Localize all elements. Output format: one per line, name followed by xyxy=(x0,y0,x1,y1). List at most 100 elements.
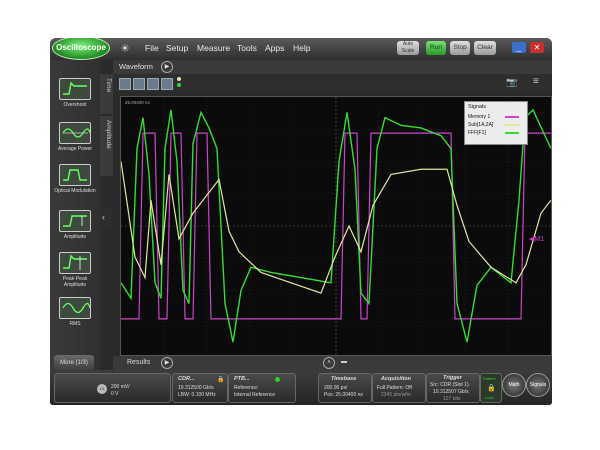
lock-label: Lock xyxy=(485,395,494,400)
minimize-button[interactable]: _ xyxy=(512,42,526,53)
rms-tool[interactable]: RMS xyxy=(53,297,97,327)
peak-peak-amplitude-tool[interactable]: Peak-Peak Amplitude xyxy=(53,252,97,288)
optical-modulation-icon xyxy=(59,164,91,186)
ptb-box[interactable]: PTB... Reference: Internal Reference xyxy=(228,373,296,403)
cdr-box[interactable]: CDR... 🔒 10.312500 Gb/s LBW: 0.100 MHz xyxy=(172,373,228,403)
rms-label: RMS xyxy=(69,321,81,327)
waveform-display[interactable]: 25.00400 ns Signals Memory 1 Sub[1A,2A] … xyxy=(120,96,552,356)
trigger-source: Src: CDR (Slot 1) xyxy=(430,382,469,388)
waveform-header: Waveform ▶ xyxy=(113,60,552,74)
trigger-rate: 10.312507 Gb/s xyxy=(433,389,469,395)
legend-row-memory1: Memory 1 xyxy=(468,114,491,120)
timebase-position: Pos: 25.00400 ns xyxy=(324,392,363,398)
signals-button[interactable]: Signals xyxy=(526,373,550,397)
auto-scale-button[interactable]: Auto Scale xyxy=(397,41,419,55)
menu-apps[interactable]: Apps xyxy=(265,43,284,53)
pattern-lock-box[interactable]: Pattern 🔒 Lock xyxy=(480,373,502,403)
channel-scale: 200 mV/ xyxy=(111,384,130,390)
brightness-icon[interactable]: ☀ xyxy=(120,42,130,55)
color-grade-icon[interactable] xyxy=(177,77,181,89)
amplitude-icon xyxy=(59,210,91,232)
play-icon[interactable]: ▶ xyxy=(161,61,173,73)
legend-swatch-sub xyxy=(505,124,519,126)
acquisition-title: Acquisition xyxy=(381,376,411,382)
menu-file[interactable]: File xyxy=(145,43,159,53)
menu-tools[interactable]: Tools xyxy=(237,43,257,53)
optical-modulation-tool[interactable]: Optical Modulation xyxy=(53,164,97,194)
measurement-panel: Overshoot Average Power Optical Modulati… xyxy=(50,60,100,405)
drag-handle-icon[interactable] xyxy=(341,361,347,363)
lock-icon: 🔒 xyxy=(217,377,225,383)
timebase-scale: 200.00 ps/ xyxy=(324,385,348,391)
peak-peak-amplitude-icon xyxy=(59,252,91,274)
acquisition-box[interactable]: Acquisition Full Pattern: Off 2345 pts/w… xyxy=(372,373,426,403)
legend-swatch-fff xyxy=(505,132,519,134)
cdr-lbw: LBW: 0.100 MHz xyxy=(178,392,216,398)
trigger-box[interactable]: Trigger Src: CDR (Slot 1) 10.312507 Gb/s… xyxy=(426,373,480,403)
tab-time-label: Time xyxy=(105,78,112,93)
menu-bar: Oscilloscope ☀ File Setup Measure Tools … xyxy=(50,38,552,60)
trigger-title: Trigger xyxy=(443,375,462,381)
legend-title: Signals xyxy=(468,104,487,110)
overshoot-icon xyxy=(59,78,91,100)
overshoot-tool[interactable]: Overshoot xyxy=(53,78,97,108)
menu-measure[interactable]: Measure xyxy=(197,43,230,53)
tab-amplitude-label: Amplitude xyxy=(105,120,112,149)
stop-button[interactable]: Stop xyxy=(450,41,470,55)
menu-setup[interactable]: Setup xyxy=(166,43,188,53)
signals-legend[interactable]: Signals Memory 1 Sub[1A,2A] FFF[F1] xyxy=(464,101,528,145)
optical-modulation-label: Optical Modulation xyxy=(54,188,96,194)
math-button[interactable]: Math xyxy=(502,373,526,397)
waveform-title: Waveform xyxy=(119,62,153,71)
peak-peak-amplitude-label: Peak-Peak Amplitude xyxy=(62,276,88,288)
cdr-rate: 10.312500 Gb/s xyxy=(178,385,214,391)
ptb-status-dot xyxy=(275,377,280,382)
tab-time[interactable]: Time xyxy=(100,74,113,114)
status-bar: 1A 200 mV/ 0 V CDR... 🔒 10.312500 Gb/s L… xyxy=(50,370,552,405)
oscilloscope-logo[interactable]: Oscilloscope xyxy=(52,38,110,60)
overshoot-label: Overshoot xyxy=(63,102,87,108)
timestamp-label: 25.00400 ns xyxy=(125,100,150,105)
waveform-toolbar: 📷 ≡ xyxy=(113,74,552,92)
zoom-tool-icon[interactable] xyxy=(133,78,145,90)
acquisition-pattern: Full Pattern: Off xyxy=(377,385,412,391)
camera-icon[interactable]: 📷 xyxy=(506,77,517,88)
results-bar: Results ▶ ˄ xyxy=(113,356,552,370)
marker-tool-icon[interactable] xyxy=(147,78,159,90)
trigger-bits: 127 bits xyxy=(443,396,461,402)
legend-swatch-memory1 xyxy=(505,116,519,118)
collapse-panel-button[interactable]: ‹ xyxy=(100,208,113,230)
channel-box[interactable]: 1A 200 mV/ 0 V xyxy=(54,373,171,403)
channel-icon: 1A xyxy=(97,384,107,394)
pan-tool-icon[interactable] xyxy=(161,78,173,90)
average-power-tool[interactable]: Average Power xyxy=(53,122,97,152)
tab-amplitude[interactable]: Amplitude xyxy=(100,116,113,176)
average-power-label: Average Power xyxy=(57,146,93,152)
results-label: Results xyxy=(127,359,151,366)
chevron-up-icon[interactable]: ˄ xyxy=(323,357,335,369)
amplitude-label: Amplitude xyxy=(63,234,87,240)
marker-m1-label: M1 xyxy=(534,236,545,243)
chevron-left-icon: ‹ xyxy=(102,212,105,222)
hamburger-menu-icon[interactable]: ≡ xyxy=(533,76,539,87)
pattern-label: Pattern xyxy=(483,376,496,381)
legend-row-fff: FFF[F1] xyxy=(468,130,486,136)
select-tool-icon[interactable] xyxy=(119,78,131,90)
close-button[interactable]: ✕ xyxy=(530,42,544,53)
rms-icon xyxy=(59,297,91,319)
more-button[interactable]: More (1/3) xyxy=(54,355,94,371)
amplitude-tool[interactable]: Amplitude xyxy=(53,210,97,240)
ptb-reference-value: Internal Reference xyxy=(234,392,276,398)
timebase-box[interactable]: Timebase 200.00 ps/ Pos: 25.00400 ns xyxy=(318,373,372,403)
channel-offset: 0 V xyxy=(111,391,119,397)
legend-row-sub: Sub[1A,2A] xyxy=(468,122,494,128)
acquisition-points: 2345 pts/wfm xyxy=(381,392,411,398)
results-play-icon[interactable]: ▶ xyxy=(161,357,173,369)
run-button[interactable]: Run xyxy=(426,41,446,55)
oscilloscope-window: Oscilloscope ☀ File Setup Measure Tools … xyxy=(50,38,552,405)
menu-help[interactable]: Help xyxy=(293,43,310,53)
clear-button[interactable]: Clear xyxy=(474,41,496,55)
average-power-icon xyxy=(59,122,91,144)
marker-m1[interactable]: ◀M1 xyxy=(529,235,544,243)
padlock-icon: 🔒 xyxy=(487,385,496,392)
